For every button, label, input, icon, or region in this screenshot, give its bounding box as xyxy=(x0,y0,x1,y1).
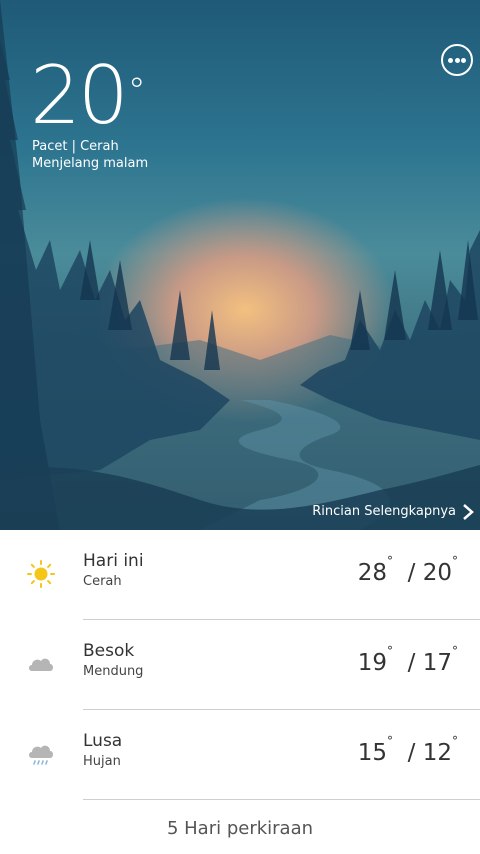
forecast-day: Hari ini xyxy=(83,551,144,571)
location-info: Pacet | Cerah Menjelang malam xyxy=(32,138,148,172)
forecast-temperatures: 15° / 12° xyxy=(357,734,458,766)
rain-cloud-icon xyxy=(29,745,53,765)
location-condition: Pacet | Cerah xyxy=(32,139,119,154)
forecast-condition: Cerah xyxy=(83,574,122,589)
forecast-day: Lusa xyxy=(83,731,123,751)
forecast-row[interactable]: Hari ini Cerah 28° / 20° xyxy=(0,530,480,620)
forecast-temperatures: 28° / 20° xyxy=(357,554,458,586)
more-options-button[interactable] xyxy=(441,44,473,76)
five-day-forecast-button[interactable]: 5 Hari perkiraan xyxy=(0,800,480,839)
forecast-row[interactable]: Besok Mendung 19° / 17° xyxy=(0,620,480,710)
cloud-icon xyxy=(29,658,53,671)
sun-icon xyxy=(27,560,55,588)
time-of-day: Menjelang malam xyxy=(32,156,149,171)
forecast-temperatures: 19° / 17° xyxy=(357,644,458,676)
forecast-row[interactable]: Lusa Hujan 15° / 12° xyxy=(0,710,480,800)
current-temperature: 20° xyxy=(30,49,146,142)
weather-hero: 20° Pacet | Cerah Menjelang malam Rincia… xyxy=(0,0,480,530)
forecast-list: Hari ini Cerah 28° / 20° Besok Mendung 1… xyxy=(0,530,480,839)
forecast-day: Besok xyxy=(83,641,135,661)
row-divider xyxy=(83,799,480,800)
dot-icon xyxy=(448,58,453,63)
forecast-condition: Hujan xyxy=(83,754,121,769)
dot-icon xyxy=(461,58,466,63)
detail-link[interactable]: Rincian Selengkapnya xyxy=(312,503,474,521)
chevron-right-icon xyxy=(463,504,474,520)
dot-icon xyxy=(454,58,460,63)
forecast-condition: Mendung xyxy=(83,664,144,679)
